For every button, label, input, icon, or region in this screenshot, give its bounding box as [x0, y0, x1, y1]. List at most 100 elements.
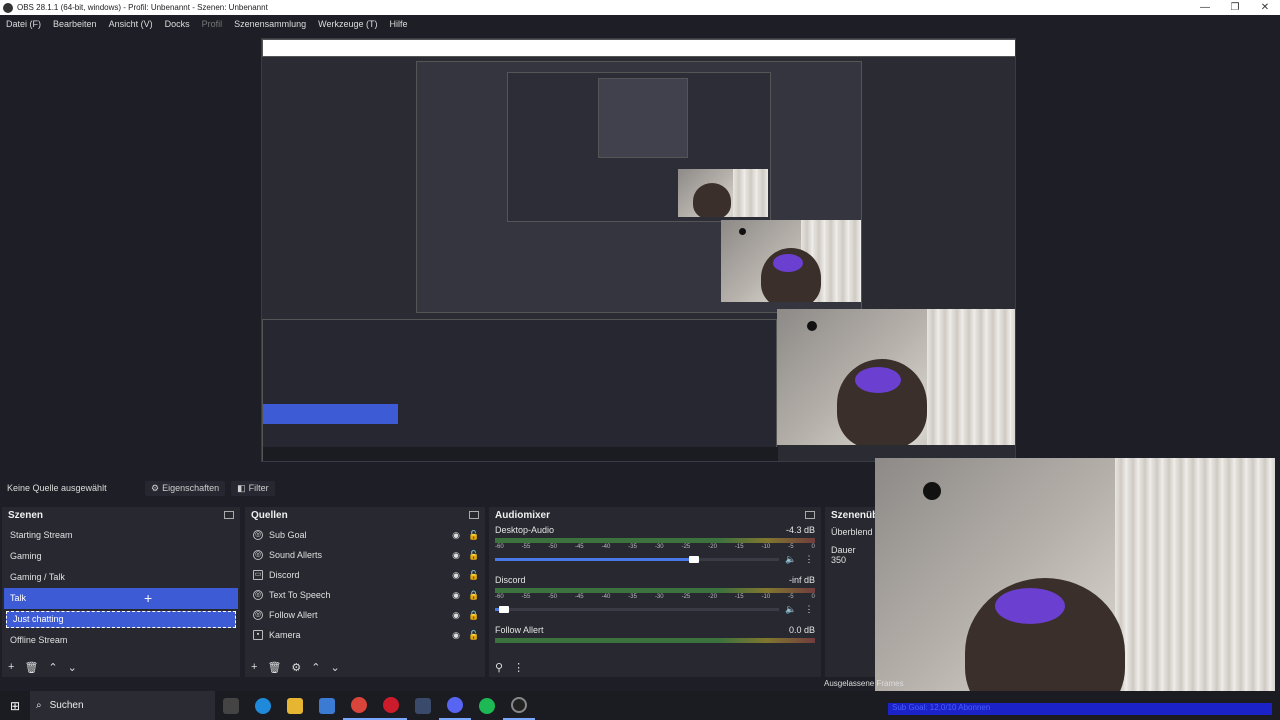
app-icon[interactable]: [407, 691, 439, 720]
scene-item-talk[interactable]: Talk +: [4, 588, 238, 609]
opera-icon[interactable]: [375, 691, 407, 720]
minimize-button[interactable]: —: [1190, 0, 1220, 15]
lock-icon[interactable]: 🔓: [465, 630, 483, 641]
preview-canvas[interactable]: [261, 38, 1016, 462]
speaker-icon[interactable]: 🔈: [785, 604, 797, 615]
scale-tick: -15: [734, 544, 744, 550]
move-source-up-button[interactable]: ⌃: [311, 661, 320, 674]
source-properties-button[interactable]: ⚙: [291, 661, 301, 674]
meter-scale: -60 -55 -50 -45 -40 -35 -30 -25 -20 -15 -10 -5 0: [495, 594, 815, 600]
source-item-sound-allerts[interactable]: ◎ Sound Allerts ◉ 🔓: [247, 545, 483, 565]
more-options-icon[interactable]: ⋮: [803, 604, 815, 615]
scale-tick: -45: [574, 594, 584, 600]
chrome-icon[interactable]: [343, 691, 375, 720]
discord-icon[interactable]: [439, 691, 471, 720]
remove-source-button[interactable]: 🗑: [267, 661, 281, 674]
scale-tick: -50: [548, 544, 557, 550]
channel-level: -4.3 dB: [785, 525, 815, 535]
source-label: Sound Allerts: [269, 550, 323, 560]
lock-icon[interactable]: 🔒: [465, 610, 483, 621]
menu-tools[interactable]: Werkzeuge (T): [312, 19, 383, 29]
spotify-icon[interactable]: [471, 691, 503, 720]
globe-icon: ◎: [253, 550, 263, 560]
lock-icon[interactable]: 🔓: [465, 550, 483, 561]
menu-docks[interactable]: Docks: [159, 19, 196, 29]
menu-file[interactable]: Datei (F): [0, 19, 47, 29]
task-view-icon[interactable]: [215, 691, 247, 720]
scale-tick: -35: [628, 594, 637, 600]
undock-icon[interactable]: [805, 511, 815, 519]
slider-handle[interactable]: [688, 556, 699, 563]
filter-icon: ◧: [237, 482, 246, 493]
scene-item-gaming[interactable]: Gaming: [4, 546, 238, 567]
properties-button[interactable]: ⚙ Eigenschaften: [145, 480, 226, 496]
move-scene-up-button[interactable]: ⌃: [48, 661, 57, 674]
add-source-button[interactable]: +: [251, 661, 257, 673]
sources-title: Quellen: [251, 509, 288, 521]
eye-icon[interactable]: ◉: [447, 570, 465, 581]
menu-scene-collection[interactable]: Szenensammlung: [228, 19, 312, 29]
scenes-list: Starting Stream Gaming Gaming / Talk Tal…: [4, 525, 238, 651]
channel-name: Desktop-Audio: [495, 525, 555, 535]
slider-handle[interactable]: [498, 606, 509, 613]
speaker-icon[interactable]: 🔈: [785, 554, 797, 565]
scene-item-offline-stream[interactable]: Offline Stream: [4, 630, 238, 651]
menu-view[interactable]: Ansicht (V): [103, 19, 159, 29]
source-item-kamera[interactable]: ▪ Kamera ◉ 🔓: [247, 625, 483, 645]
move-source-down-button[interactable]: ⌄: [331, 661, 340, 674]
scale-tick: -35: [628, 544, 637, 550]
lock-icon[interactable]: 🔒: [465, 590, 483, 601]
edge-icon[interactable]: [247, 691, 279, 720]
mixer-title: Audiomixer: [495, 509, 551, 521]
source-item-text-to-speech[interactable]: ◎ Text To Speech ◉ 🔒: [247, 585, 483, 605]
more-options-icon[interactable]: ⋮: [803, 554, 815, 565]
eye-icon[interactable]: ◉: [447, 630, 465, 641]
scenes-dock: Szenen Starting Stream Gaming Gaming / T…: [2, 507, 240, 677]
source-item-discord[interactable]: ▭ Discord ◉ 🔓: [247, 565, 483, 585]
windows-start-icon[interactable]: ⊞: [0, 699, 30, 713]
add-scene-button[interactable]: +: [8, 661, 14, 673]
eye-icon[interactable]: ◉: [447, 590, 465, 601]
menu-edit[interactable]: Bearbeiten: [47, 19, 103, 29]
nested-titlebar: [262, 39, 1015, 57]
link-icon[interactable]: ⚲: [495, 661, 503, 674]
store-icon[interactable]: [311, 691, 343, 720]
undock-icon[interactable]: [469, 511, 479, 519]
lock-icon[interactable]: 🔓: [465, 570, 483, 581]
scale-tick: 0: [811, 594, 815, 600]
scene-item-starting-stream[interactable]: Starting Stream: [4, 525, 238, 546]
scale-tick: -5: [788, 594, 794, 600]
close-button[interactable]: ✕: [1250, 0, 1280, 15]
no-source-label: Keine Quelle ausgewählt: [7, 483, 107, 493]
duration-input[interactable]: 350: [831, 555, 846, 565]
eye-icon[interactable]: ◉: [447, 530, 465, 541]
remove-scene-button[interactable]: 🗑: [24, 661, 38, 674]
window-title: OBS 28.1.1 (64-bit, windows) - Profil: U…: [17, 3, 268, 12]
nested-taskbar: [263, 447, 778, 461]
taskbar-search[interactable]: ⌕ Suchen: [30, 691, 215, 720]
scene-item-gaming-talk[interactable]: Gaming / Talk: [4, 567, 238, 588]
menu-profile[interactable]: Profil: [196, 19, 229, 29]
source-item-sub-goal[interactable]: ◎ Sub Goal ◉ 🔓: [247, 525, 483, 545]
transition-type-select[interactable]: Überblend: [825, 523, 875, 541]
mixer-menu-icon[interactable]: ⋮: [513, 661, 524, 674]
volume-slider[interactable]: [495, 556, 779, 563]
scene-item-rename-field[interactable]: Just chatting: [6, 611, 236, 628]
eye-icon[interactable]: ◉: [447, 550, 465, 561]
filter-button[interactable]: ◧ Filter: [231, 480, 275, 496]
maximize-button[interactable]: ❐: [1220, 0, 1250, 15]
volume-slider[interactable]: [495, 606, 779, 613]
scale-tick: -20: [708, 544, 717, 550]
scenes-header: Szenen: [2, 507, 240, 523]
undock-icon[interactable]: [224, 511, 234, 519]
duration-label: Dauer: [831, 545, 856, 555]
source-item-follow-allert[interactable]: ◎ Follow Allert ◉ 🔒: [247, 605, 483, 625]
globe-icon: ◎: [253, 610, 263, 620]
obs-icon[interactable]: [503, 691, 535, 720]
eye-icon[interactable]: ◉: [447, 610, 465, 621]
move-scene-down-button[interactable]: ⌄: [68, 661, 77, 674]
explorer-icon[interactable]: [279, 691, 311, 720]
lock-icon[interactable]: 🔓: [465, 530, 483, 541]
menu-help[interactable]: Hilfe: [384, 19, 414, 29]
audio-mixer-dock: Audiomixer Desktop-Audio -4.3 dB -60 -55 -…: [489, 507, 821, 677]
